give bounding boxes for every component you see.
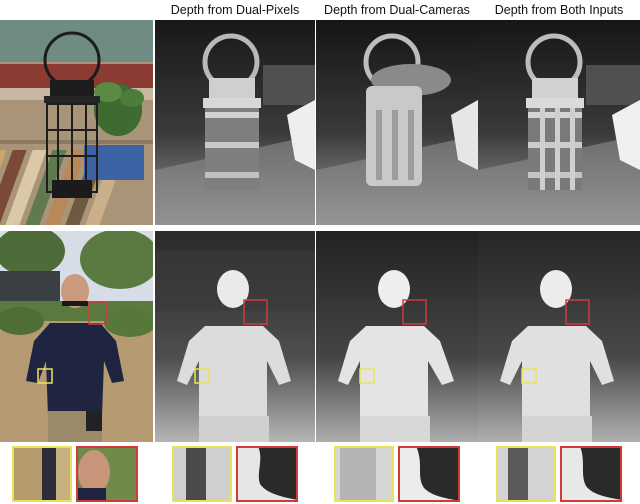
crop-both-inputs-yellow <box>496 446 556 502</box>
crop-photo-red <box>76 446 138 502</box>
man-depth-dual-pixels <box>155 231 315 442</box>
column-header-dual-cameras: Depth from Dual-Cameras <box>324 3 470 17</box>
column-header-both-inputs: Depth from Both Inputs <box>494 3 624 17</box>
crop-dual-pixels-yellow <box>172 446 232 502</box>
man-photo <box>0 231 153 442</box>
man-depth-both-inputs <box>478 231 640 442</box>
lantern-depth-both-inputs <box>478 20 640 225</box>
crop-photo-yellow <box>12 446 72 502</box>
column-header-dual-pixels: Depth from Dual-Pixels <box>170 3 300 17</box>
lantern-depth-dual-cameras <box>316 20 478 225</box>
lantern-depth-dual-pixels <box>155 20 315 225</box>
crop-dual-cameras-red <box>398 446 460 502</box>
man-depth-dual-cameras <box>316 231 478 442</box>
crop-both-inputs-red <box>560 446 622 502</box>
lantern-photo <box>0 20 153 225</box>
crop-dual-cameras-yellow <box>334 446 394 502</box>
crop-dual-pixels-red <box>236 446 298 502</box>
